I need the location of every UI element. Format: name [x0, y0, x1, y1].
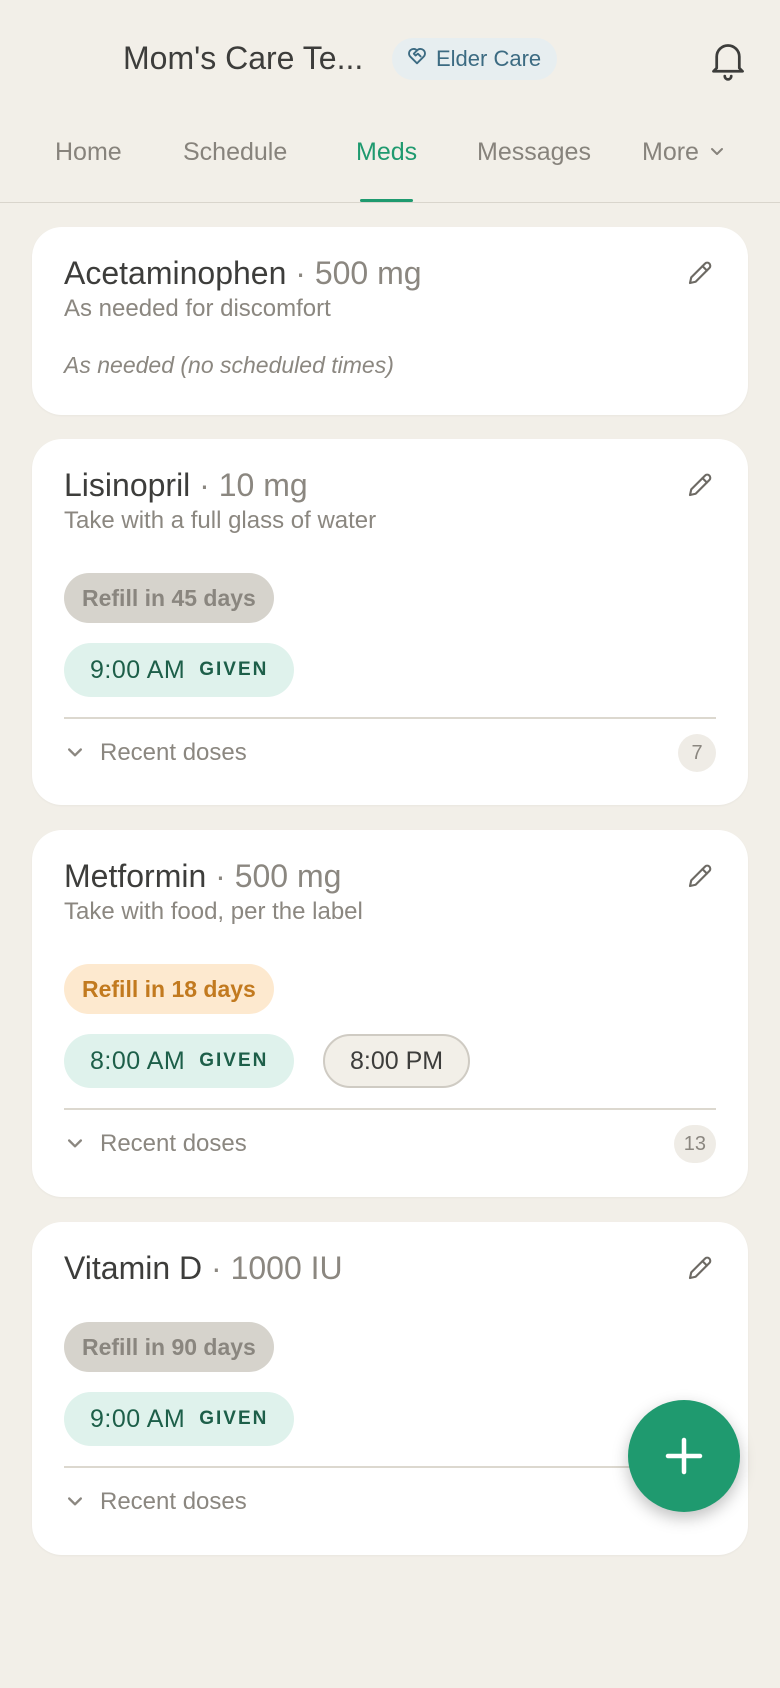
edit-med-button[interactable] — [680, 465, 720, 505]
refill-badge: Refill in 18 days — [64, 964, 274, 1014]
med-card-acetaminophen: Acetaminophen · 500 mg As needed for dis… — [32, 227, 748, 415]
badge-label: Elder Care — [436, 46, 542, 71]
dose-chip-given[interactable]: 9:00 AM GIVEN — [64, 643, 295, 697]
med-card-lisinopril: Lisinopril · 10 mg Take with a full glas… — [32, 439, 748, 805]
dose-status: GIVEN — [199, 659, 269, 680]
recent-doses-toggle[interactable]: Recent doses — [64, 1130, 247, 1158]
recent-doses-count: 13 — [673, 1125, 716, 1163]
recent-doses-count: 7 — [678, 734, 716, 772]
recent-doses-label: Recent doses — [100, 1488, 247, 1515]
bell-icon — [712, 44, 744, 81]
recent-doses-toggle[interactable]: Recent doses — [64, 739, 247, 767]
edit-med-button[interactable] — [680, 856, 720, 896]
pencil-icon — [688, 864, 712, 888]
med-title: Lisinopril · 10 mg — [64, 467, 308, 504]
med-title: Acetaminophen · 500 mg — [64, 255, 422, 292]
pencil-icon — [688, 261, 712, 285]
chevron-down-icon — [68, 748, 83, 757]
dose-status: GIVEN — [199, 1408, 269, 1429]
schedule-note: As needed (no scheduled times) — [64, 352, 394, 378]
tab-bar: Home Schedule Meds Messages More — [0, 120, 780, 203]
tab-home[interactable]: Home — [55, 138, 122, 200]
med-title: Vitamin D · 1000 IU — [64, 1250, 343, 1287]
recent-doses-toggle[interactable]: Recent doses — [64, 1488, 247, 1516]
meds-screen: Mom's Care Te... Elder Care Home Schedul… — [0, 0, 780, 1688]
med-dose: · 10 mg — [199, 467, 308, 503]
edit-med-button[interactable] — [680, 253, 720, 293]
tab-messages[interactable]: Messages — [477, 138, 591, 200]
chevron-down-icon — [68, 1139, 83, 1148]
pencil-icon — [688, 473, 712, 497]
tab-more[interactable]: More — [642, 138, 725, 200]
refill-badge: Refill in 90 days — [64, 1322, 274, 1372]
divider — [64, 1108, 716, 1110]
care-type-badge: Elder Care — [392, 38, 558, 80]
add-med-button[interactable] — [628, 1400, 740, 1512]
chevron-down-icon — [710, 148, 723, 155]
divider — [64, 717, 716, 719]
med-card-vitamin-d: Vitamin D · 1000 IU Refill in 90 days 9:… — [32, 1222, 748, 1555]
team-title[interactable]: Mom's Care Te... — [123, 40, 363, 77]
med-card-metformin: Metformin · 500 mg Take with food, per t… — [32, 830, 748, 1197]
med-instructions: Take with a full glass of water — [64, 507, 377, 534]
tab-meds[interactable]: Meds — [356, 138, 417, 202]
app-header: Mom's Care Te... Elder Care — [0, 0, 780, 120]
med-name: Vitamin D — [64, 1250, 203, 1286]
med-name: Lisinopril — [64, 467, 191, 503]
plus-icon — [665, 1437, 703, 1475]
dose-time: 9:00 AM — [90, 655, 186, 684]
med-dose: · 500 mg — [295, 255, 422, 291]
pencil-icon — [688, 1256, 712, 1280]
dose-chip-given[interactable]: 9:00 AM GIVEN — [64, 1392, 295, 1446]
recent-doses-label: Recent doses — [100, 739, 247, 766]
med-instructions: Take with food, per the label — [64, 898, 363, 925]
med-name: Metformin — [64, 858, 207, 894]
tab-more-label: More — [642, 138, 699, 166]
tab-schedule[interactable]: Schedule — [183, 138, 287, 200]
dose-time: 9:00 AM — [90, 1404, 186, 1433]
dose-time: 8:00 AM — [90, 1046, 186, 1075]
divider — [64, 1466, 716, 1468]
notifications-button[interactable] — [704, 36, 752, 84]
med-name: Acetaminophen — [64, 255, 287, 291]
dose-status: GIVEN — [199, 1050, 269, 1071]
dose-chip-given[interactable]: 8:00 AM GIVEN — [64, 1034, 295, 1088]
med-title: Metformin · 500 mg — [64, 858, 341, 895]
heart-handshake-icon — [406, 45, 428, 73]
dose-chip-pending[interactable]: 8:00 PM — [323, 1034, 471, 1088]
chevron-down-icon — [68, 1497, 83, 1506]
med-instructions: As needed for discomfort — [64, 295, 331, 322]
recent-doses-label: Recent doses — [100, 1130, 247, 1157]
med-dose: · 1000 IU — [211, 1250, 343, 1286]
refill-badge: Refill in 45 days — [64, 573, 274, 623]
med-dose: · 500 mg — [215, 858, 342, 894]
edit-med-button[interactable] — [680, 1248, 720, 1288]
